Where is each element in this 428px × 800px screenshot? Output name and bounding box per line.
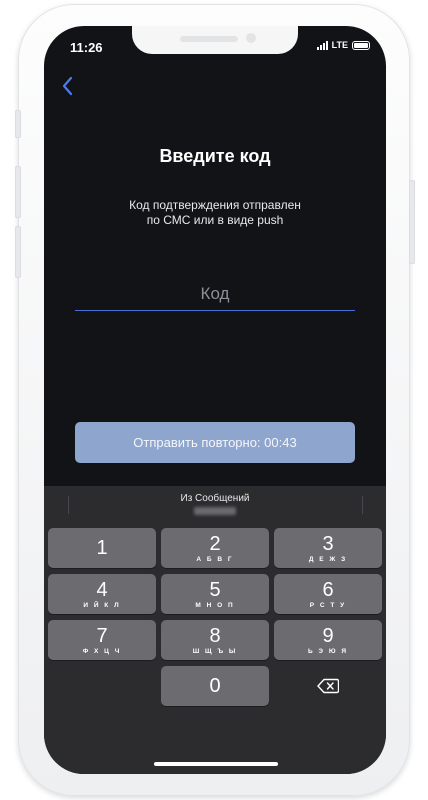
back-button[interactable] <box>56 74 80 98</box>
subtitle-line-1: Код подтверждения отправлен <box>129 198 301 212</box>
key-8[interactable]: 8 Ш Щ Ъ Ы <box>161 620 269 660</box>
mute-switch <box>15 110 21 138</box>
key-4-letters: И Й К Л <box>83 601 121 609</box>
suggestion-label: Из Сообщений <box>180 493 250 504</box>
volume-up-button <box>15 166 21 218</box>
key-5[interactable]: 5 М Н О П <box>161 574 269 614</box>
key-7-digit: 7 <box>96 624 108 647</box>
status-indicators: LTE <box>316 40 370 50</box>
key-2-letters: А Б В Г <box>196 555 234 563</box>
key-6-letters: Р С Т У <box>309 601 347 609</box>
delete-key[interactable] <box>274 666 382 706</box>
chevron-left-icon <box>62 76 73 96</box>
key-9-letters: Ь Э Ю Я <box>307 647 349 655</box>
front-camera <box>246 33 256 43</box>
key-9-digit: 9 <box>322 624 334 647</box>
code-input[interactable] <box>75 278 355 311</box>
key-5-letters: М Н О П <box>195 601 235 609</box>
numeric-keyboard: Из Сообщений 1 2 А Б В Г 3 Д Е Ж З 4 И Й… <box>44 486 386 774</box>
key-0-digit: 0 <box>209 675 221 697</box>
power-button <box>409 180 415 264</box>
suggested-code-hidden <box>194 507 236 515</box>
autofill-suggestion-bar[interactable]: Из Сообщений <box>44 486 386 522</box>
key-7[interactable]: 7 Ф Х Ц Ч <box>48 620 156 660</box>
key-8-digit: 8 <box>209 624 221 647</box>
key-6[interactable]: 6 Р С Т У <box>274 574 382 614</box>
status-time: 11:26 <box>70 40 103 55</box>
network-type: LTE <box>331 40 348 50</box>
key-2[interactable]: 2 А Б В Г <box>161 528 269 568</box>
key-2-digit: 2 <box>209 532 221 555</box>
key-6-digit: 6 <box>322 578 334 601</box>
key-4-digit: 4 <box>96 578 108 601</box>
page-subtitle: Код подтверждения отправлен по СМС или в… <box>104 198 326 228</box>
key-8-letters: Ш Щ Ъ Ы <box>192 647 238 655</box>
signal-icon <box>316 40 328 50</box>
key-3[interactable]: 3 Д Е Ж З <box>274 528 382 568</box>
resend-button[interactable]: Отправить повторно: 00:43 <box>75 422 355 463</box>
speaker-grille <box>180 36 238 42</box>
key-7-letters: Ф Х Ц Ч <box>82 647 122 655</box>
key-1[interactable]: 1 <box>48 528 156 568</box>
key-1-digit: 1 <box>96 537 108 559</box>
key-9[interactable]: 9 Ь Э Ю Я <box>274 620 382 660</box>
key-3-digit: 3 <box>322 532 334 555</box>
notch <box>132 26 298 54</box>
key-0[interactable]: 0 <box>161 666 269 706</box>
volume-down-button <box>15 226 21 278</box>
key-3-letters: Д Е Ж З <box>308 555 348 563</box>
home-indicator[interactable] <box>154 762 278 766</box>
subtitle-line-2: по СМС или в виде push <box>146 213 284 227</box>
app-screen: 11:26 LTE Введите код Код подтверждения … <box>44 26 386 774</box>
backspace-icon <box>317 678 339 694</box>
page-title: Введите код <box>159 146 271 166</box>
key-5-digit: 5 <box>209 578 221 601</box>
key-4[interactable]: 4 И Й К Л <box>48 574 156 614</box>
battery-icon <box>352 40 370 50</box>
